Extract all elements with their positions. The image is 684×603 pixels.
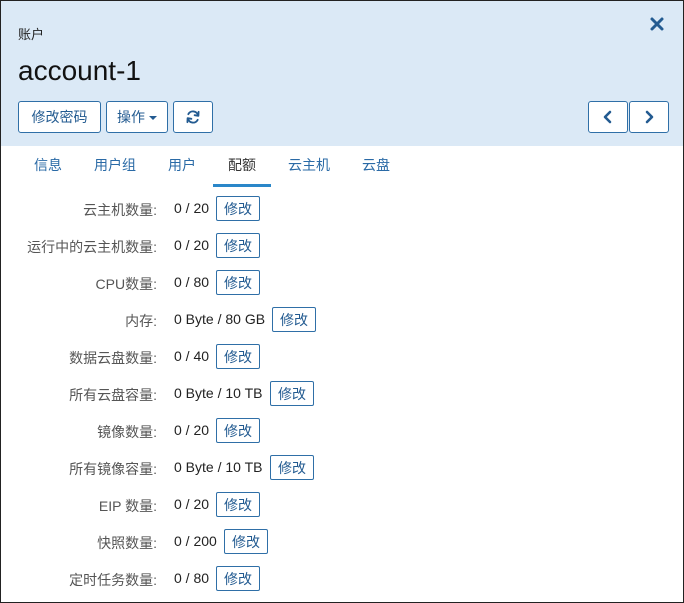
quota-value: 0 / 20: [174, 237, 210, 253]
quota-row-image-count: 镜像数量: 0 / 20 修改: [1, 418, 683, 443]
quota-value: 0 Byte / 10 TB: [174, 385, 263, 401]
edit-quota-button[interactable]: 修改: [270, 455, 314, 480]
quota-label: 所有云盘容量:: [69, 387, 157, 403]
caret-down-icon: [149, 116, 157, 121]
refresh-icon: [186, 110, 200, 124]
quota-value: 0 / 200: [174, 533, 217, 549]
quota-label: EIP 数量:: [98, 498, 157, 514]
tab-vm-instances[interactable]: 云主机: [288, 146, 330, 184]
quota-value: 0 Byte / 80 GB: [174, 311, 266, 327]
quota-row-cpu-count: CPU数量: 0 / 80 修改: [1, 270, 683, 295]
actions-label: 操作: [117, 109, 145, 125]
account-detail-panel: 账户 account-1 修改密码 操作 信息 用户组 用户 配额 云主机 云盘…: [0, 0, 684, 603]
actions-dropdown-button[interactable]: 操作: [106, 101, 168, 133]
quota-value: 0 / 20: [174, 422, 210, 438]
edit-quota-button[interactable]: 修改: [216, 270, 260, 295]
quota-row-volume-capacity: 所有云盘容量: 0 Byte / 10 TB 修改: [1, 381, 683, 406]
quota-value: 0 Byte / 10 TB: [174, 459, 263, 475]
resource-type-label: 账户: [18, 27, 45, 42]
edit-quota-button[interactable]: 修改: [224, 529, 268, 554]
quota-label: 所有镜像容量:: [69, 461, 157, 477]
quota-row-memory: 内存: 0 Byte / 80 GB 修改: [1, 307, 683, 332]
quota-value: 0 / 80: [174, 274, 210, 290]
tab-volumes[interactable]: 云盘: [362, 146, 390, 184]
tab-info[interactable]: 信息: [34, 146, 62, 184]
edit-quota-button[interactable]: 修改: [216, 196, 260, 221]
edit-quota-button[interactable]: 修改: [272, 307, 316, 332]
quota-row-snapshot-count: 快照数量: 0 / 200 修改: [1, 529, 683, 554]
next-button[interactable]: [629, 101, 669, 133]
quota-label: 镜像数量:: [97, 424, 157, 440]
change-password-button[interactable]: 修改密码: [18, 101, 101, 133]
previous-button[interactable]: [588, 101, 628, 133]
chevron-right-icon: [645, 110, 654, 124]
tab-quota[interactable]: 配额: [213, 146, 271, 187]
quota-label: 云主机数量:: [83, 202, 157, 218]
page-title: account-1: [18, 55, 141, 86]
chevron-left-icon: [603, 110, 612, 124]
refresh-button[interactable]: [173, 101, 213, 133]
quota-label: 快照数量:: [97, 535, 157, 551]
quota-row-vm-count: 云主机数量: 0 / 20 修改: [1, 196, 683, 221]
quota-value: 0 / 80: [174, 570, 210, 586]
edit-quota-button[interactable]: 修改: [216, 566, 260, 591]
edit-quota-button[interactable]: 修改: [216, 492, 260, 517]
quota-value: 0 / 20: [174, 200, 210, 216]
edit-quota-button[interactable]: 修改: [216, 418, 260, 443]
tab-bar: 信息 用户组 用户 配额 云主机 云盘: [1, 146, 683, 187]
panel-header: 账户 account-1 修改密码 操作: [1, 1, 683, 146]
edit-quota-button[interactable]: 修改: [216, 233, 260, 258]
quota-label: 运行中的云主机数量:: [27, 239, 157, 255]
quota-row-scheduled-job-count: 定时任务数量: 0 / 80 修改: [1, 566, 683, 591]
quota-value: 0 / 40: [174, 348, 210, 364]
tab-users[interactable]: 用户: [168, 146, 196, 184]
edit-quota-button[interactable]: 修改: [270, 381, 314, 406]
quota-label: 数据云盘数量:: [69, 350, 157, 366]
close-icon[interactable]: [648, 15, 666, 33]
quota-row-running-vm-count: 运行中的云主机数量: 0 / 20 修改: [1, 233, 683, 258]
quota-row-eip-count: EIP 数量: 0 / 20 修改: [1, 492, 683, 517]
quota-value: 0 / 20: [174, 496, 210, 512]
edit-quota-button[interactable]: 修改: [216, 344, 260, 369]
quota-label: 内存:: [125, 313, 157, 329]
quota-row-image-capacity: 所有镜像容量: 0 Byte / 10 TB 修改: [1, 455, 683, 480]
quota-label: CPU数量:: [95, 276, 157, 292]
quota-row-data-volume-count: 数据云盘数量: 0 / 40 修改: [1, 344, 683, 369]
tab-user-groups[interactable]: 用户组: [94, 146, 136, 184]
quota-label: 定时任务数量:: [69, 572, 157, 588]
